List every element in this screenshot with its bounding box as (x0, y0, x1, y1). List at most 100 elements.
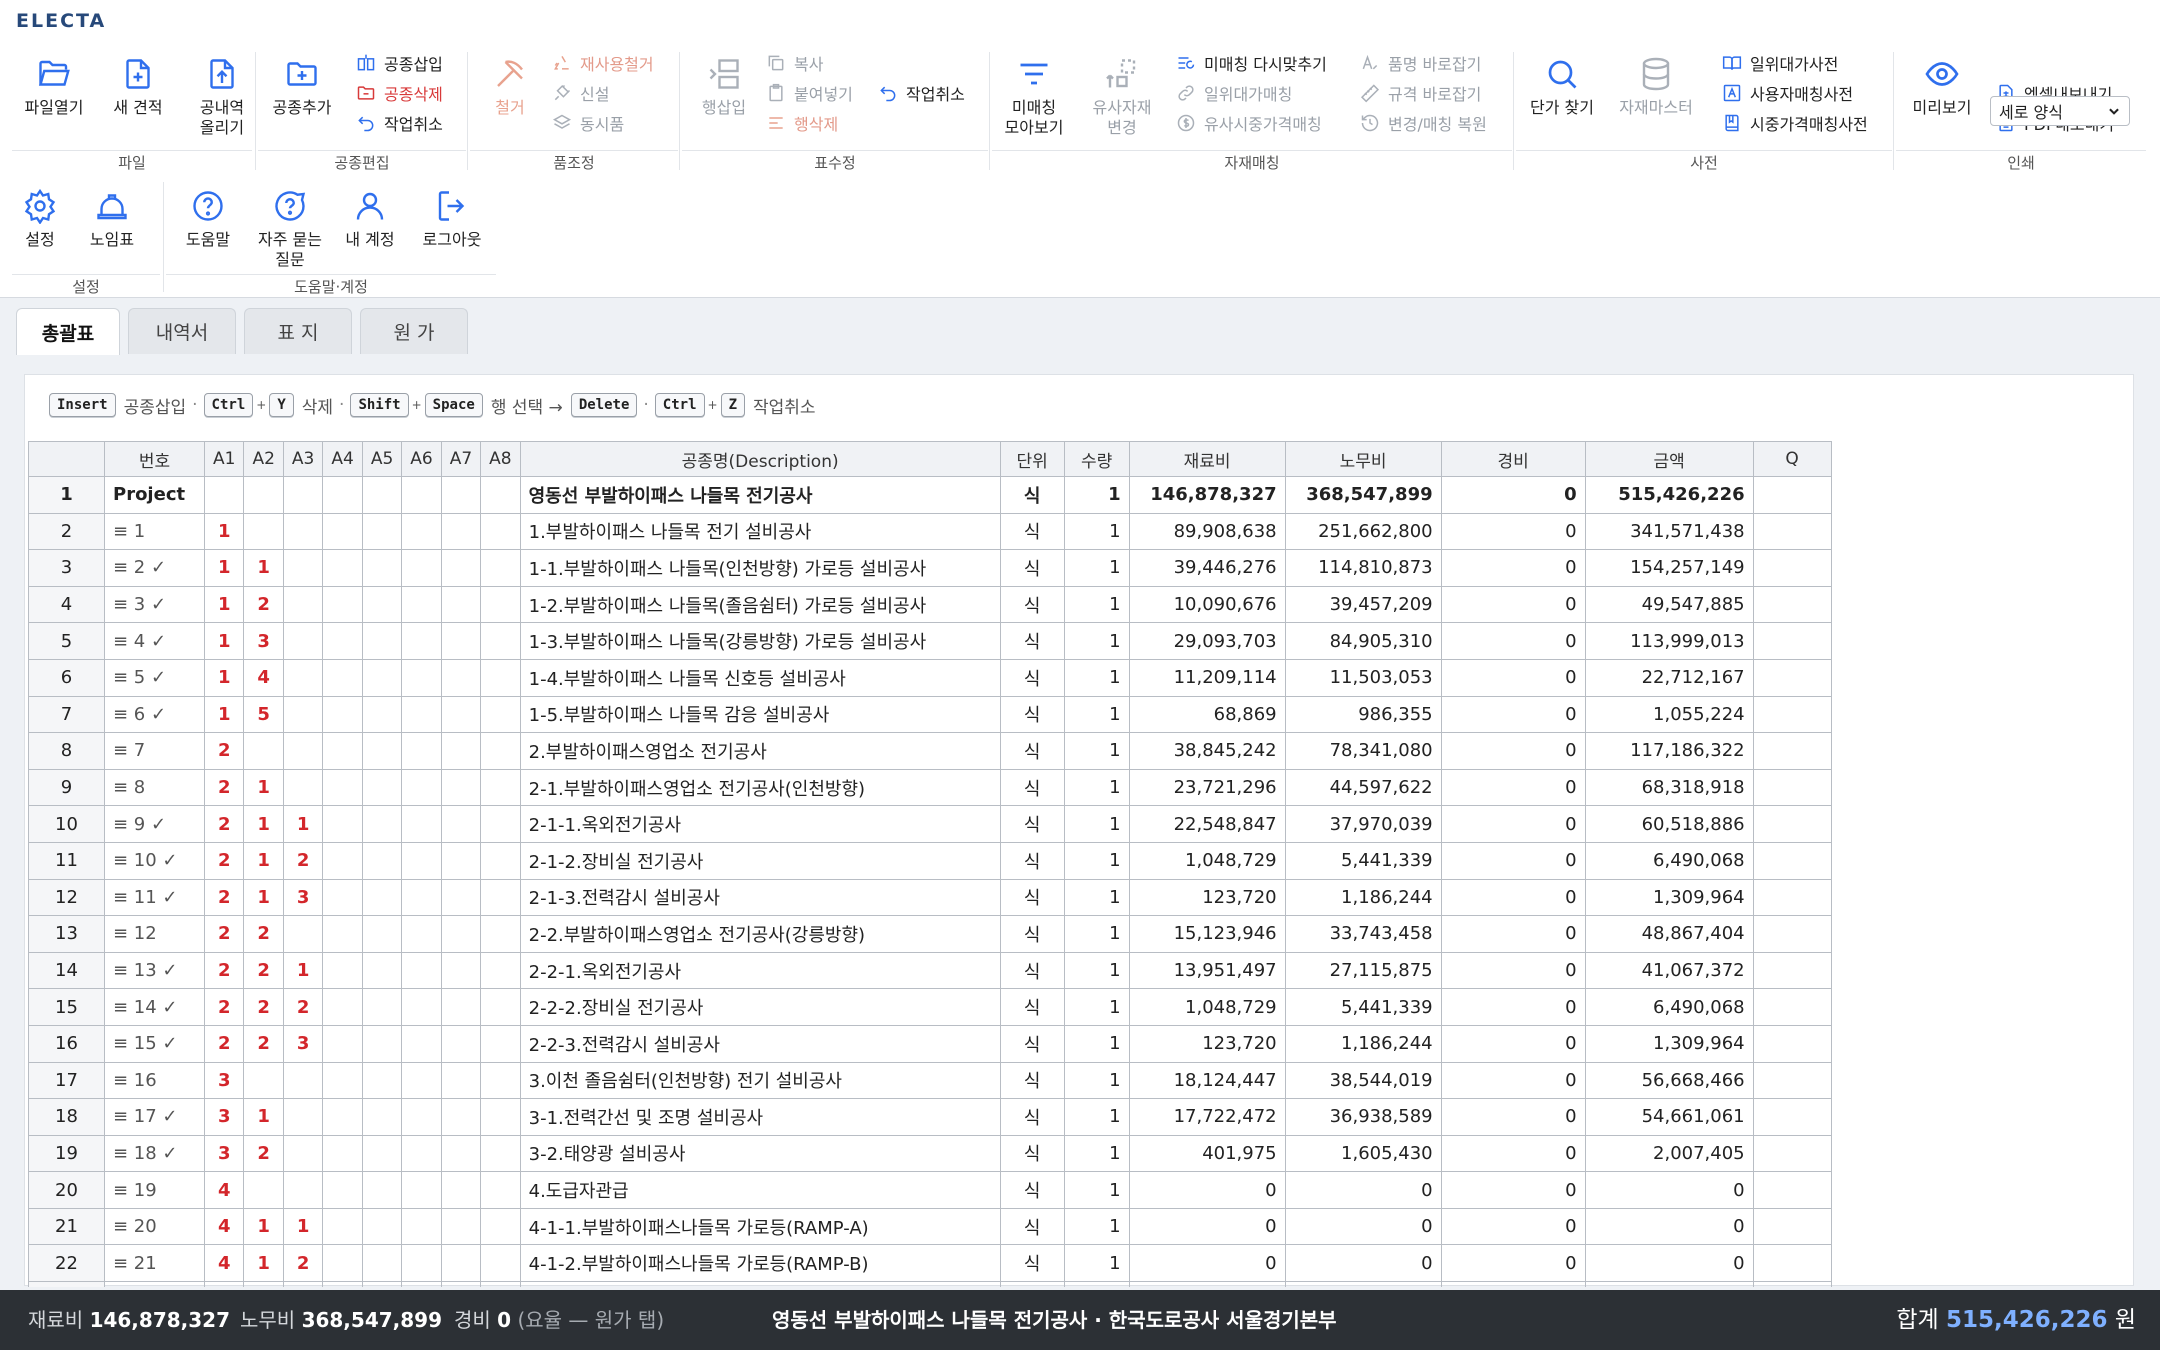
level-a4-cell[interactable] (322, 658, 363, 697)
unit-cell[interactable]: 식 (999, 622, 1065, 660)
labor-cost-cell[interactable]: 37,970,039 (1284, 805, 1442, 843)
level-a7-cell[interactable] (440, 622, 482, 660)
level-a6-cell[interactable] (401, 951, 442, 990)
level-a3-cell[interactable] (282, 1134, 324, 1173)
description-cell[interactable]: 4-1-1.부발하이패스나들목 가로등(RAMP-A) (519, 1207, 1001, 1246)
unit-cell[interactable]: 식 (999, 585, 1065, 624)
level-a3-cell[interactable]: 3 (282, 878, 324, 917)
level-a8-cell[interactable] (480, 878, 521, 917)
level-a2-cell[interactable]: 1 (243, 805, 284, 843)
level-a4-cell[interactable] (322, 1281, 363, 1287)
description-cell[interactable]: 4.도급자관급 (519, 1171, 1001, 1209)
row-insert-button[interactable]: 행삽입 (682, 44, 766, 118)
material-cost-cell[interactable]: 0 (1128, 1281, 1286, 1287)
labor-cost-cell[interactable]: 44,597,622 (1284, 768, 1442, 807)
item-number-cell[interactable]: ≡ 20 (104, 1207, 205, 1246)
expense-cell[interactable]: 0 (1440, 585, 1586, 624)
level-a7-cell[interactable] (440, 1281, 482, 1287)
item-number-cell[interactable]: ≡ 12 (104, 915, 205, 953)
level-a7-cell[interactable] (440, 512, 482, 551)
amount-cell[interactable]: 60,518,886 (1584, 805, 1754, 843)
level-a4-cell[interactable] (322, 1134, 363, 1173)
unit-cell[interactable]: 식 (999, 1134, 1065, 1173)
expense-cell[interactable]: 0 (1440, 878, 1586, 917)
quantity-cell[interactable]: 1 (1063, 1134, 1130, 1173)
table-row[interactable]: 12 ≡ 11 ✓ 2 1 3 2-1-3.전력감시 설비공사 식 1 123,720 1,186… (28, 878, 1832, 917)
labor-cost-cell[interactable]: 114,810,873 (1284, 549, 1442, 587)
q-cell[interactable] (1752, 768, 1832, 807)
level-a1-cell[interactable]: 3 (203, 1061, 245, 1100)
table-row[interactable]: 8 ≡ 7 2 2.부발하이패스영업소 전기공사 식 1 38,845,242 78,341,… (28, 732, 1832, 770)
level-a1-cell[interactable]: 4 (203, 1281, 245, 1287)
level-a5-cell[interactable] (361, 841, 403, 880)
level-a6-cell[interactable] (401, 1061, 442, 1100)
material-cost-cell[interactable]: 123,720 (1128, 878, 1286, 917)
item-number-cell[interactable]: ≡ 1 (104, 512, 205, 551)
unit-cell[interactable]: 식 (999, 805, 1065, 843)
material-cost-cell[interactable]: 29,093,703 (1128, 622, 1286, 660)
description-cell[interactable]: 영동선 부발하이패스 나들목 전기공사 (519, 476, 1001, 514)
level-a5-cell[interactable] (361, 805, 403, 843)
level-a6-cell[interactable] (401, 622, 442, 660)
level-a3-cell[interactable] (282, 585, 324, 624)
level-a1-cell[interactable]: 1 (203, 658, 245, 697)
level-a4-cell[interactable] (322, 988, 363, 1026)
level-a7-cell[interactable] (440, 1134, 482, 1173)
spec-fix-button[interactable]: 규격 바로잡기 (1360, 80, 1481, 106)
level-a1-cell[interactable]: 1 (203, 512, 245, 551)
item-number-cell[interactable]: ≡ 15 ✓ (104, 1024, 205, 1063)
level-a3-cell[interactable]: 2 (282, 841, 324, 880)
description-cell[interactable]: 1.부발하이패스 나들목 전기 설비공사 (519, 512, 1001, 551)
unit-cell[interactable]: 식 (999, 878, 1065, 917)
amount-cell[interactable]: 2,007,405 (1584, 1134, 1754, 1173)
level-a5-cell[interactable] (361, 1024, 403, 1063)
row-number-cell[interactable]: 3 (28, 549, 105, 587)
item-number-cell[interactable]: ≡ 13 ✓ (104, 951, 205, 990)
reuse-demolish-button[interactable]: 재사용철거 (552, 50, 654, 76)
unit-cell[interactable]: 식 (999, 658, 1065, 697)
q-cell[interactable] (1752, 1244, 1832, 1283)
material-cost-cell[interactable]: 146,878,327 (1128, 476, 1286, 514)
level-a8-cell[interactable] (480, 549, 521, 587)
labor-cost-cell[interactable]: 38,544,019 (1284, 1061, 1442, 1100)
faq-button[interactable]: 자주 묻는 질문 (248, 176, 332, 270)
market-price-dict-button[interactable]: 시중가격매칭사전 (1722, 110, 1868, 136)
level-a7-cell[interactable] (440, 732, 482, 770)
expense-cell[interactable]: 0 (1440, 1134, 1586, 1173)
item-number-cell[interactable]: Project (104, 476, 205, 514)
row-number-cell[interactable]: 23 (28, 1281, 105, 1287)
expense-cell[interactable]: 0 (1440, 1207, 1586, 1246)
level-a8-cell[interactable] (480, 915, 521, 953)
table-row[interactable]: 5 ≡ 4 ✓ 1 3 1-3.부발하이패스 나들목(강릉방향) 가로등 설비공사 식 1 2… (28, 622, 1832, 660)
level-a7-cell[interactable] (440, 915, 482, 953)
add-trade-button[interactable]: 공종추가 (260, 44, 344, 118)
level-a3-cell[interactable] (282, 512, 324, 551)
unit-cell[interactable]: 식 (999, 476, 1065, 514)
level-a3-cell[interactable] (282, 732, 324, 770)
labor-cost-cell[interactable]: 33,743,458 (1284, 915, 1442, 953)
unit-cell[interactable]: 식 (999, 1207, 1065, 1246)
labor-cost-cell[interactable]: 251,662,800 (1284, 512, 1442, 551)
level-a5-cell[interactable] (361, 951, 403, 990)
user-match-dict-button[interactable]: 사용자매칭사전 (1722, 80, 1853, 106)
material-cost-cell[interactable]: 123,720 (1128, 1024, 1286, 1063)
level-a4-cell[interactable] (322, 476, 363, 514)
level-a6-cell[interactable] (401, 878, 442, 917)
expense-cell[interactable]: 0 (1440, 1244, 1586, 1283)
row-delete-button[interactable]: 행삭제 (766, 110, 838, 136)
amount-cell[interactable]: 0 (1584, 1171, 1754, 1209)
table-row[interactable]: 1 Project 영동선 부발하이패스 나들목 전기공사 식 1 146,878,327… (28, 476, 1832, 514)
level-a5-cell[interactable] (361, 1171, 403, 1209)
quantity-cell[interactable]: 1 (1063, 622, 1130, 660)
q-cell[interactable] (1752, 1024, 1832, 1063)
level-a1-cell[interactable]: 2 (203, 878, 245, 917)
level-a8-cell[interactable] (480, 841, 521, 880)
level-a7-cell[interactable] (440, 1061, 482, 1100)
level-a8-cell[interactable] (480, 1061, 521, 1100)
table-row[interactable]: 4 ≡ 3 ✓ 1 2 1-2.부발하이패스 나들목(졸음쉼터) 가로등 설비공사 식 1 1… (28, 585, 1832, 624)
level-a5-cell[interactable] (361, 658, 403, 697)
unit-price-dict-button[interactable]: 일위대가사전 (1722, 50, 1838, 76)
unit-cell[interactable]: 식 (999, 695, 1065, 734)
level-a4-cell[interactable] (322, 512, 363, 551)
q-cell[interactable] (1752, 512, 1832, 551)
